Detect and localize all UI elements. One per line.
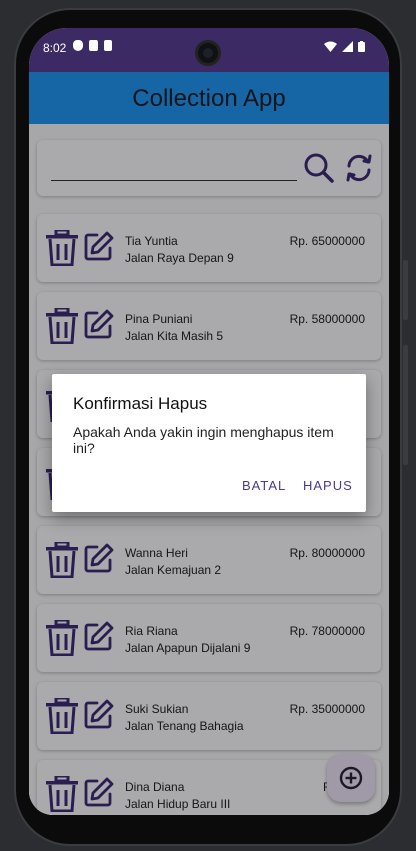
shield-icon: [73, 40, 83, 51]
signal-icon: [342, 41, 353, 52]
sd-card-icon: [104, 40, 112, 51]
delete-confirm-button[interactable]: HAPUS: [303, 478, 353, 493]
phone-side-button: [403, 345, 408, 465]
a-icon: [89, 40, 98, 51]
screen: 8:02 Collection App Tia Yuntia Jalan Ray…: [29, 28, 389, 815]
dialog-message: Apakah Anda yakin ingin menghapus item i…: [73, 424, 334, 456]
status-bar: 8:02: [29, 28, 389, 72]
confirm-delete-dialog: Konfirmasi Hapus Apakah Anda yakin ingin…: [52, 374, 366, 512]
battery-icon: [358, 41, 365, 52]
cancel-button[interactable]: BATAL: [242, 478, 286, 493]
dialog-title: Konfirmasi Hapus: [73, 394, 208, 413]
wifi-icon: [324, 41, 337, 52]
system-icons: [324, 41, 365, 52]
phone-side-button: [403, 260, 408, 320]
notification-icons: [73, 40, 112, 51]
front-camera: [195, 40, 221, 66]
status-time: 8:02: [43, 41, 67, 55]
